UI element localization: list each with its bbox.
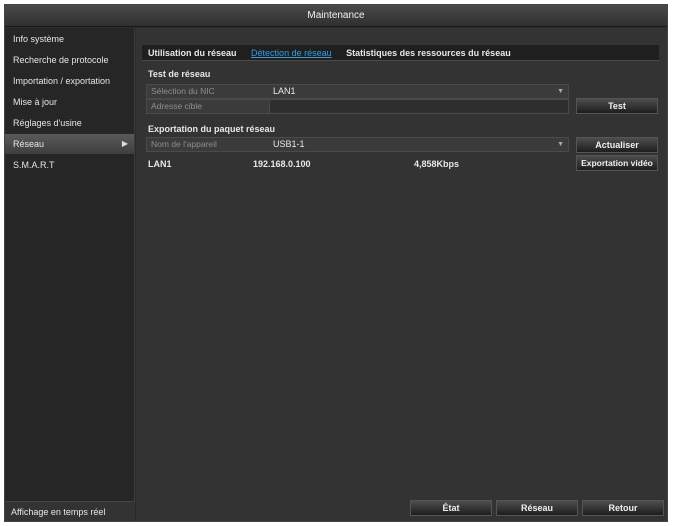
- sidebar-item-label: Mise à jour: [13, 97, 58, 107]
- network-button[interactable]: Réseau: [496, 500, 578, 516]
- sidebar-item-mise-a-jour[interactable]: Mise à jour: [5, 92, 134, 112]
- result-iface: LAN1: [148, 159, 172, 169]
- sidebar-item-recherche-protocole[interactable]: Recherche de protocole: [5, 50, 134, 70]
- sidebar: Info système Recherche de protocole Impo…: [5, 28, 135, 521]
- sidebar-item-label: S.M.A.R.T: [13, 160, 55, 170]
- window-title: Maintenance: [5, 5, 667, 27]
- network-test-title: Test de réseau: [148, 69, 211, 79]
- back-button[interactable]: Retour: [582, 500, 664, 516]
- tab-detection-reseau[interactable]: Détection de réseau: [245, 45, 338, 61]
- test-button[interactable]: Test: [576, 98, 658, 114]
- device-select-label: Nom de l'appareil: [151, 139, 217, 149]
- nic-select-value: LAN1: [273, 86, 296, 96]
- tab-statistiques-ressources[interactable]: Statistiques des ressources du réseau: [340, 45, 517, 61]
- target-address-input[interactable]: [269, 100, 568, 113]
- dropdown-arrow-icon: ▼: [557, 141, 564, 148]
- tab-utilisation-reseau[interactable]: Utilisation du réseau: [142, 45, 243, 61]
- result-rate: 4,858Kbps: [414, 159, 460, 169]
- nic-select-row[interactable]: Sélection du NIC LAN1 ▼: [146, 84, 569, 99]
- nic-select-label: Sélection du NIC: [151, 86, 215, 96]
- export-video-button[interactable]: Exportation vidéo: [576, 155, 658, 171]
- sidebar-item-reseau[interactable]: Réseau ▶: [5, 134, 134, 154]
- sidebar-item-label: Recherche de protocole: [13, 55, 109, 65]
- chevron-right-icon: ▶: [121, 139, 128, 148]
- sidebar-item-label: Réseau: [13, 139, 45, 149]
- packet-export-title: Exportation du paquet réseau: [148, 124, 276, 134]
- sidebar-item-label: Info système: [13, 34, 65, 44]
- maintenance-window: Maintenance Info système Recherche de pr…: [4, 4, 668, 522]
- result-ip: 192.168.0.100: [253, 159, 311, 169]
- sidebar-item-label: Réglages d'usine: [13, 118, 82, 128]
- device-select-value: USB1-1: [273, 139, 305, 149]
- target-address-label: Adresse cible: [151, 101, 203, 111]
- sidebar-item-info-systeme[interactable]: Info système: [5, 29, 134, 49]
- sidebar-item-import-export[interactable]: Importation / exportation: [5, 71, 134, 91]
- sidebar-item-reglages-usine[interactable]: Réglages d'usine: [5, 113, 134, 133]
- tab-bar: Utilisation du réseau Détection de résea…: [142, 45, 659, 61]
- device-select-row[interactable]: Nom de l'appareil USB1-1 ▼: [146, 137, 569, 152]
- refresh-button[interactable]: Actualiser: [576, 137, 658, 153]
- dropdown-arrow-icon: ▼: [557, 88, 564, 95]
- state-button[interactable]: État: [410, 500, 492, 516]
- sidebar-item-smart[interactable]: S.M.A.R.T: [5, 155, 134, 175]
- live-view-button[interactable]: Affichage en temps réel: [5, 501, 135, 521]
- target-address-row: Adresse cible: [146, 99, 569, 114]
- sidebar-item-label: Importation / exportation: [13, 76, 111, 86]
- main-panel: Utilisation du réseau Détection de résea…: [136, 28, 667, 521]
